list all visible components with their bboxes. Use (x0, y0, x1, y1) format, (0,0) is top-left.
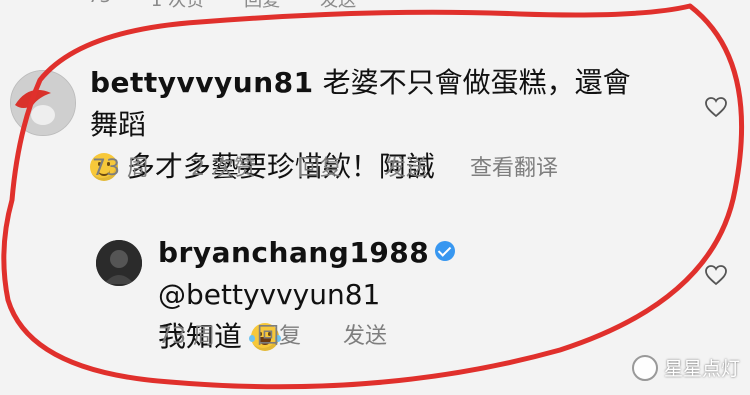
reply-actions: 73 周 回复 发送 (158, 318, 429, 350)
heart-icon[interactable] (704, 264, 728, 286)
previous-comment-reply[interactable]: 回复 (244, 0, 280, 11)
avatar[interactable] (10, 70, 76, 136)
previous-comment-likes[interactable]: 1 次赞 (151, 0, 204, 11)
comment-age: 73 周 (92, 156, 149, 181)
heart-icon[interactable] (704, 96, 728, 118)
mention-link[interactable]: @bettyvvyun81 (158, 278, 380, 311)
previous-comment-age: 73 (88, 0, 111, 10)
watermark: 星星点灯 (631, 354, 740, 381)
previous-comment-send[interactable]: 发送 (320, 0, 356, 11)
reply-button[interactable]: 回复 (257, 318, 301, 350)
watermark-logo-icon (631, 354, 658, 381)
reply-button[interactable]: 回复 (298, 150, 342, 182)
comment-actions: 73 周 2 次赞 回复 发送 查看翻译 (92, 150, 600, 182)
comment-likes[interactable]: 2 次赞 (191, 150, 256, 182)
avatar[interactable] (96, 240, 142, 286)
previous-comment-actions: 73 1 次赞 回复 发送 (88, 0, 356, 11)
avatar-image (11, 71, 75, 135)
reply-age: 73 周 (158, 324, 215, 349)
avatar-image (96, 240, 142, 286)
reply-username[interactable]: bryanchang1988 (158, 236, 429, 269)
watermark-text: 星星点灯 (663, 358, 740, 380)
verified-badge-icon (435, 241, 456, 261)
see-translation-button[interactable]: 查看翻译 (470, 150, 558, 182)
comment-thread: 73 1 次赞 回复 发送 bettyvvyun81 老婆不只會做蛋糕，還會舞蹈… (0, 0, 750, 395)
send-button[interactable]: 发送 (343, 318, 387, 350)
comment-username[interactable]: bettyvvyun81 (90, 66, 314, 99)
send-button[interactable]: 发送 (384, 150, 428, 182)
